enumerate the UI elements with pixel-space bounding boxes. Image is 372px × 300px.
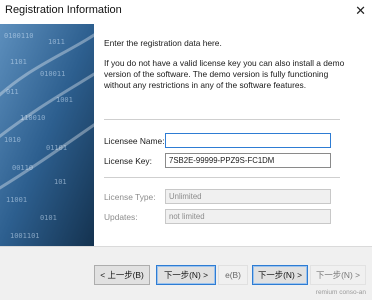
divider <box>104 119 340 120</box>
licensee-name-label: Licensee Name: <box>104 136 165 146</box>
binary-banner-graphic: 0100110 1011 1101 010011 011 1001 110010… <box>0 24 94 246</box>
window-title: Registration Information <box>5 4 122 16</box>
next-button[interactable]: 下一步(N) > <box>156 265 216 285</box>
license-type-label: License Type: <box>104 192 156 202</box>
svg-text:1011: 1011 <box>48 38 65 46</box>
watermark-text: remium conso-an <box>315 289 366 296</box>
license-key-input[interactable]: 7SB2E-99999-PPZ9S-FC1DM <box>165 153 331 168</box>
updates-field: not limited <box>165 209 331 224</box>
svg-text:11001: 11001 <box>6 196 27 204</box>
svg-text:0100110: 0100110 <box>4 32 34 40</box>
svg-text:1101: 1101 <box>10 58 27 66</box>
back-button[interactable]: < 上一步(B) <box>94 265 150 285</box>
svg-text:1010: 1010 <box>4 136 21 144</box>
intro-text: Enter the registration data here. <box>104 38 222 48</box>
button-bar: < 上一步(B) 下一步(N) > e(B) 下一步(N) > 下一步(N) >… <box>0 246 372 300</box>
svg-text:101: 101 <box>54 178 67 186</box>
svg-text:0101: 0101 <box>40 214 57 222</box>
description-text: If you do not have a valid license key y… <box>104 58 345 90</box>
next-button-duplicate[interactable]: 下一步(N) > <box>252 265 308 285</box>
svg-text:1001101: 1001101 <box>10 232 40 240</box>
title-bar: Registration Information ✕ <box>0 0 372 24</box>
close-icon[interactable]: ✕ <box>355 3 366 19</box>
svg-text:010011: 010011 <box>40 70 65 78</box>
side-banner-image: 0100110 1011 1101 010011 011 1001 110010… <box>0 24 94 246</box>
content-panel: Enter the registration data here. If you… <box>94 24 372 246</box>
updates-label: Updates: <box>104 212 138 222</box>
divider <box>104 177 340 178</box>
licensee-name-input[interactable] <box>165 133 331 148</box>
ghost-next-button: 下一步(N) > <box>310 265 366 285</box>
license-key-label: License Key: <box>104 156 152 166</box>
license-type-field: Unlimited <box>165 189 331 204</box>
ghost-button: e(B) <box>218 265 248 285</box>
